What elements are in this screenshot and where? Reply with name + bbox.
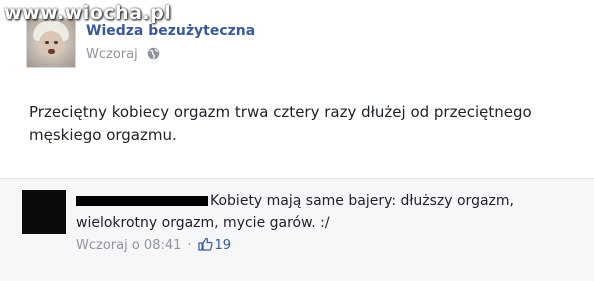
thumbs-up-icon[interactable]	[197, 237, 213, 255]
commenter-avatar[interactable]	[22, 190, 66, 234]
redacted-commenter-name[interactable]	[76, 196, 208, 206]
watermark: www.wiocha.pl	[4, 2, 172, 24]
meta-separator: ·	[187, 238, 192, 253]
globe-icon	[147, 47, 160, 64]
page-avatar[interactable]	[26, 18, 76, 68]
post-meta: Wczoraj	[86, 47, 160, 64]
post-text: Przeciętny kobiecy orgazm trwa cztery ra…	[29, 103, 532, 144]
page-name-link[interactable]: Wiedza bezużyteczna	[86, 23, 255, 39]
comment-timestamp[interactable]: Wczoraj o 08:41	[76, 238, 181, 253]
comment-area: Kobiety mają same bajery: dłuższy orgazm…	[0, 178, 594, 281]
like-count[interactable]: 19	[215, 238, 232, 253]
comment-body: Kobiety mają same bajery: dłuższy orgazm…	[76, 190, 576, 234]
comment-meta: Wczoraj o 08:41 · 19	[76, 237, 231, 255]
post-timestamp[interactable]: Wczoraj	[86, 47, 138, 62]
